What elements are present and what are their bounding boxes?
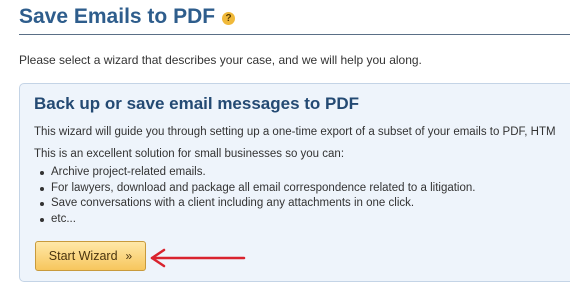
list-item: Archive project-related emails.	[39, 165, 475, 181]
wizard-title: Back up or save email messages to PDF	[34, 94, 360, 113]
double-chevron-right-icon: »	[125, 249, 133, 263]
list-item: Save conversations with a client includi…	[39, 196, 475, 212]
start-wizard-label: Start Wizard	[48, 249, 118, 263]
page-title: Save Emails to PDF	[19, 5, 216, 28]
start-wizard-button[interactable]: Start Wizard »	[35, 241, 146, 271]
title-divider	[19, 34, 570, 35]
list-item: For lawyers, download and package all em…	[39, 181, 475, 197]
red-arrow-icon	[150, 248, 246, 268]
page: Save Emails to PDF ? Please select a wiz…	[0, 0, 570, 287]
list-item: etc...	[39, 212, 475, 228]
wizard-lead: This is an excellent solution for small …	[34, 148, 345, 160]
wizard-panel: Back up or save email messages to PDF Th…	[19, 83, 570, 282]
help-icon[interactable]: ?	[222, 12, 236, 25]
intro-text: Please select a wizard that describes yo…	[19, 53, 422, 67]
title-row: Save Emails to PDF ?	[19, 4, 236, 30]
wizard-description: This wizard will guide you through setti…	[34, 126, 556, 138]
benefits-list: Archive project-related emails. For lawy…	[34, 165, 475, 227]
